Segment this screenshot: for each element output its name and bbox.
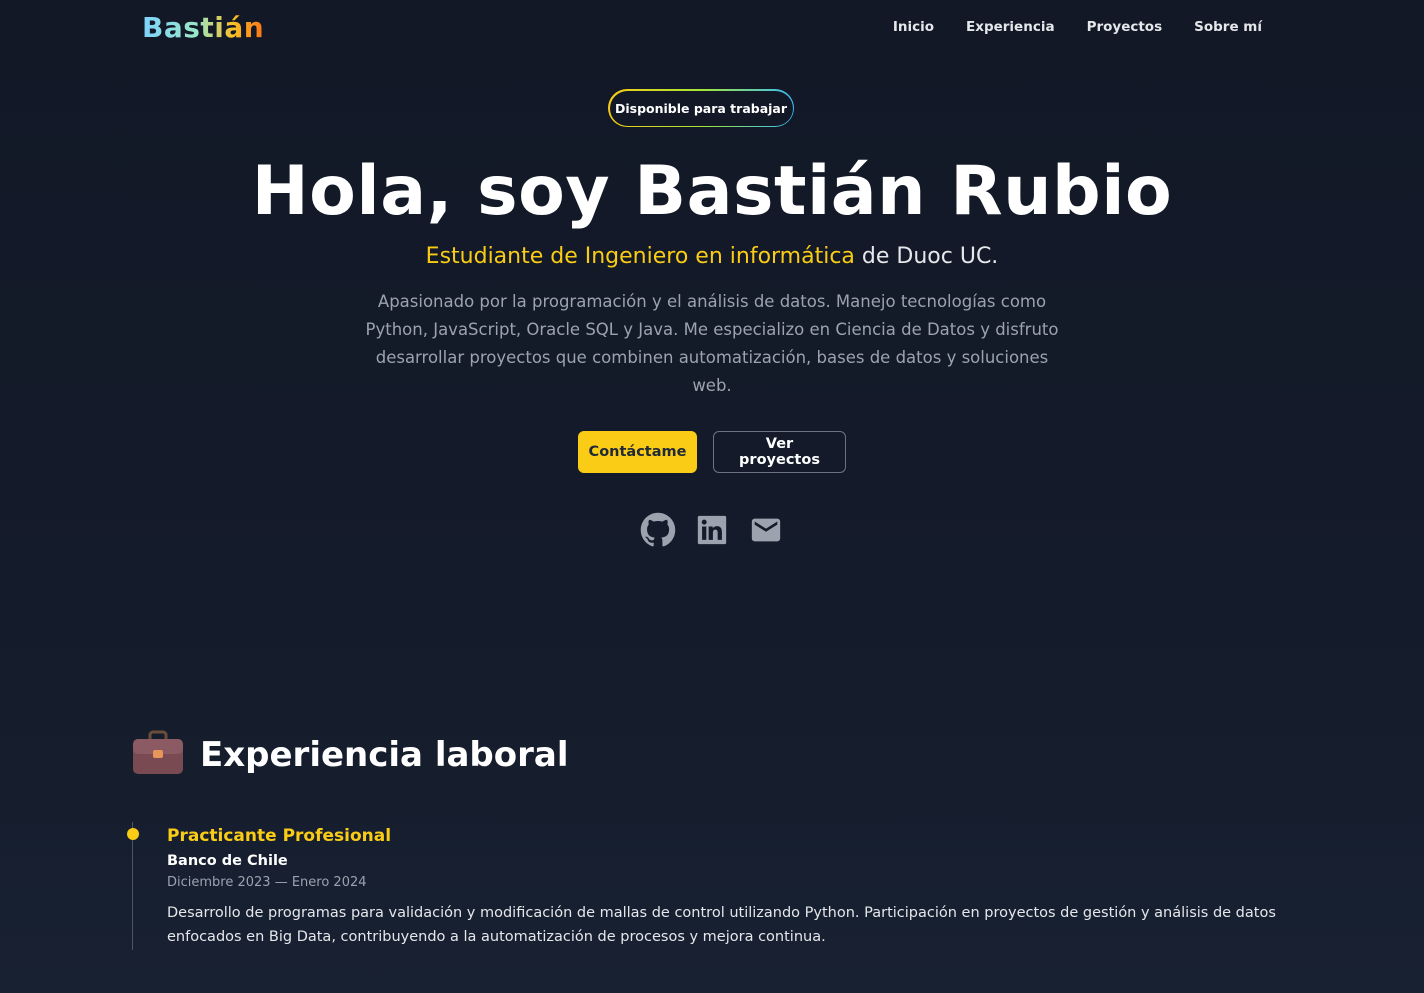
contact-button[interactable]: Contáctame [578,431,697,473]
experience-heading: Experiencia laboral [132,730,569,780]
hero-title: Hola, soy Bastián Rubio [251,152,1173,231]
hero-subtitle: Estudiante de Ingeniero en informática d… [0,242,1424,272]
briefcase-icon [132,730,184,780]
job-description: Desarrollo de programas para validación … [167,905,1276,945]
hero-description: Apasionado por la programación y el anál… [365,292,1059,395]
experience-title: Experiencia laboral [200,735,569,775]
nav-link-sobre-mi[interactable]: Sobre mí [1194,18,1262,36]
page: Bastián Inicio Experiencia Proyectos Sob… [0,0,1424,993]
logo[interactable]: Bastián [142,10,264,46]
mail-icon[interactable] [748,512,784,548]
job-role: Practicante Profesional [167,826,392,846]
job-entry: Practicante Profesional Banco de Chile D… [167,824,1277,949]
social-links [0,512,1424,548]
hero-subtitle-rest: de Duoc UC. [854,244,999,269]
availability-badge: Disponible para trabajar [608,89,794,127]
github-icon[interactable] [640,512,676,548]
job-dates: Diciembre 2023 — Enero 2024 [167,875,367,890]
nav-link-inicio[interactable]: Inicio [893,18,934,36]
hero-subtitle-accent: Estudiante de Ingeniero en informática [425,244,855,269]
timeline-dot [127,828,139,840]
nav-link-experiencia[interactable]: Experiencia [966,18,1055,36]
job-company: Banco de Chile [167,853,288,869]
linkedin-icon[interactable] [694,512,730,548]
experience-timeline: Practicante Profesional Banco de Chile D… [127,822,1292,950]
view-projects-button[interactable]: Ver proyectos [713,431,846,473]
availability-badge-label: Disponible para trabajar [609,90,793,126]
nav-links: Inicio Experiencia Proyectos Sobre mí [893,18,1262,36]
hero-buttons: Contáctame Ver proyectos [0,431,1424,473]
nav-link-proyectos[interactable]: Proyectos [1087,18,1163,36]
top-navbar: Bastián Inicio Experiencia Proyectos Sob… [0,0,1424,56]
